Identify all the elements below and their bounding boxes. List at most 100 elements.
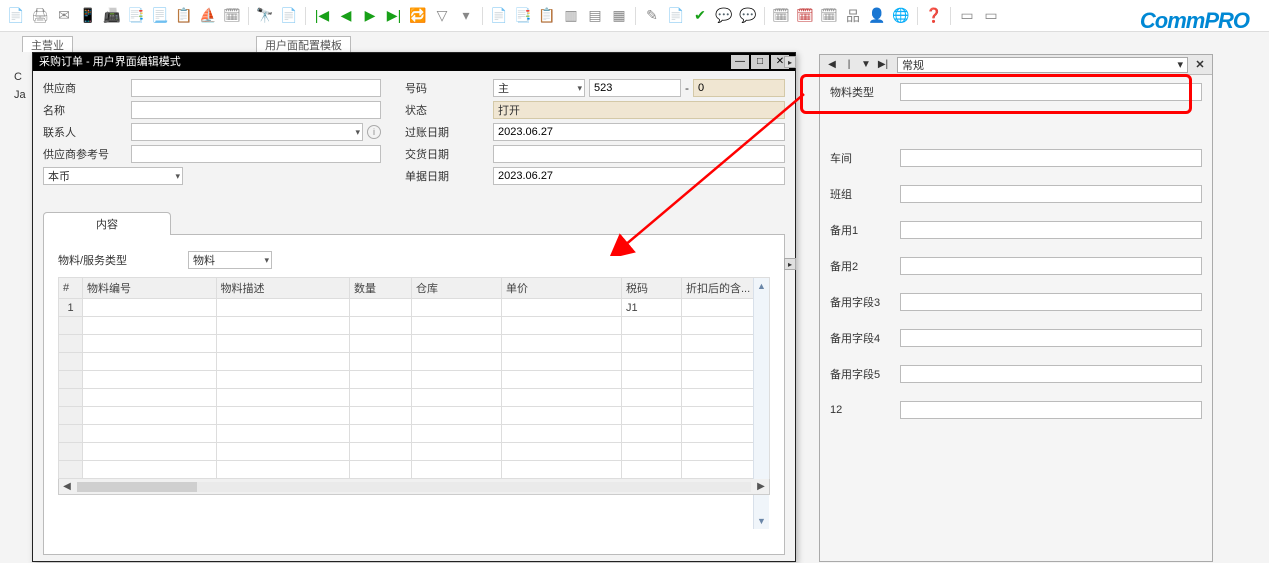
vendor-input[interactable] bbox=[131, 79, 381, 97]
tb-last-icon[interactable]: ▶| bbox=[384, 6, 404, 26]
tb-docadd-icon[interactable]: 📋 bbox=[174, 6, 194, 26]
tb-check-icon[interactable]: ✔ bbox=[690, 6, 710, 26]
minimize-button[interactable]: — bbox=[731, 55, 749, 69]
udf-input[interactable] bbox=[900, 221, 1202, 239]
tab-contents[interactable]: 内容 bbox=[43, 212, 171, 235]
tb-first-icon[interactable]: |◀ bbox=[312, 6, 332, 26]
tb-chat-icon[interactable]: 💬 bbox=[714, 6, 734, 26]
cell-price[interactable] bbox=[502, 299, 622, 317]
col-itemcode[interactable]: 物料编号 bbox=[83, 278, 217, 299]
col-qty[interactable]: 数量 bbox=[350, 278, 412, 299]
currency-combo[interactable]: 本币▾ bbox=[43, 167, 183, 185]
udf-input[interactable] bbox=[900, 365, 1202, 383]
hscroll-right-icon[interactable]: ▶ bbox=[753, 480, 769, 494]
tb-refresh-icon[interactable]: 🔁 bbox=[408, 6, 428, 26]
tb-web-icon[interactable]: 🌐 bbox=[891, 6, 911, 26]
tb-binoculars-icon[interactable]: 🔭 bbox=[255, 6, 275, 26]
tb-print2-icon[interactable]: 📠 bbox=[102, 6, 122, 26]
tb-grid3-icon[interactable]: 🗓 bbox=[819, 6, 839, 26]
udf-input[interactable] bbox=[900, 329, 1202, 347]
number-label: 号码 bbox=[405, 80, 493, 96]
vscroll-up-icon[interactable]: ▲ bbox=[754, 278, 769, 294]
udf-category-combo[interactable]: 常规▾ bbox=[897, 57, 1188, 73]
tb-mail-icon[interactable]: ✉ bbox=[54, 6, 74, 26]
bg-tab-2[interactable]: 用户面配置模板 bbox=[256, 36, 351, 52]
panel-close-icon[interactable]: ✕ bbox=[1192, 58, 1208, 72]
tb-form1-icon[interactable]: ▭ bbox=[957, 6, 977, 26]
tb-cola-icon[interactable]: ▥ bbox=[561, 6, 581, 26]
tb-docb-icon[interactable]: 📑 bbox=[513, 6, 533, 26]
nav-next-icon[interactable]: ▼ bbox=[858, 58, 874, 72]
row-num[interactable]: 1 bbox=[59, 299, 83, 317]
cell-qty[interactable] bbox=[350, 299, 412, 317]
col-whse[interactable]: 仓库 bbox=[412, 278, 502, 299]
tb-print-icon[interactable]: 🖨 bbox=[30, 6, 50, 26]
tb-next-icon[interactable]: ▶ bbox=[360, 6, 380, 26]
modal-titlebar[interactable]: 采购订单 - 用户界面编辑模式 — □ ✕ bbox=[33, 53, 795, 71]
vendorref-input[interactable] bbox=[131, 145, 381, 163]
cell-tax[interactable]: J1 bbox=[622, 299, 682, 317]
maximize-button[interactable]: □ bbox=[751, 55, 769, 69]
tb-device-icon[interactable]: 📱 bbox=[78, 6, 98, 26]
udf-input[interactable] bbox=[900, 401, 1202, 419]
itemtype-combo[interactable]: 物料▾ bbox=[188, 251, 272, 269]
tb-prev-icon[interactable]: ◀ bbox=[336, 6, 356, 26]
tb-docd-icon[interactable]: 📄 bbox=[666, 6, 686, 26]
vscroll-down-icon[interactable]: ▼ bbox=[754, 513, 769, 529]
tb-grid2-icon[interactable]: 🗓 bbox=[795, 6, 815, 26]
tb-colb-icon[interactable]: ▤ bbox=[585, 6, 605, 26]
udf-input[interactable] bbox=[900, 149, 1202, 167]
tb-edit-icon[interactable]: ✎ bbox=[642, 6, 662, 26]
udf-input[interactable] bbox=[900, 257, 1202, 275]
tb-chat2-icon[interactable]: 💬 bbox=[738, 6, 758, 26]
tb-docc-icon[interactable]: 📋 bbox=[537, 6, 557, 26]
tb-docminus-icon[interactable]: 📃 bbox=[150, 6, 170, 26]
name-input[interactable] bbox=[131, 101, 381, 119]
number-series-combo[interactable]: 主▾ bbox=[493, 79, 585, 97]
delivdate-input[interactable] bbox=[493, 145, 785, 163]
tb-doc-icon[interactable]: 📄 bbox=[279, 6, 299, 26]
gutter-expand-icon[interactable]: ▸ bbox=[784, 258, 796, 270]
tb-colc-icon[interactable]: ▦ bbox=[609, 6, 629, 26]
number-suffix-input[interactable] bbox=[693, 79, 785, 97]
cell-itemcode[interactable] bbox=[83, 299, 217, 317]
items-grid[interactable]: # 物料编号 物料描述 数量 仓库 单价 税码 折扣后的含... ↗ bbox=[58, 277, 770, 479]
cell-itemdesc[interactable] bbox=[216, 299, 350, 317]
tb-anchor-icon[interactable]: ⛵ bbox=[198, 6, 218, 26]
hscroll-left-icon[interactable]: ◀ bbox=[59, 480, 75, 494]
udf-input[interactable] bbox=[900, 185, 1202, 203]
tb-help-icon[interactable]: ❓ bbox=[924, 6, 944, 26]
docdate-input[interactable] bbox=[493, 167, 785, 185]
udf-input[interactable] bbox=[900, 83, 1202, 101]
tb-doca-icon[interactable]: 📄 bbox=[489, 6, 509, 26]
nav-last-icon[interactable]: ▶| bbox=[875, 58, 891, 72]
gutter-collapse-icon[interactable]: ▸ bbox=[784, 56, 796, 68]
tb-filter-icon[interactable]: ▽ bbox=[432, 6, 452, 26]
cell-whse[interactable] bbox=[412, 299, 502, 317]
postdate-input[interactable] bbox=[493, 123, 785, 141]
tb-file-icon[interactable]: 📄 bbox=[6, 6, 26, 26]
col-tax[interactable]: 税码 bbox=[622, 278, 682, 299]
nav-first-icon[interactable]: ◀ bbox=[824, 58, 840, 72]
hscroll-thumb[interactable] bbox=[77, 482, 197, 492]
col-price[interactable]: 单价 bbox=[502, 278, 622, 299]
tb-filter2-icon[interactable]: ▾ bbox=[456, 6, 476, 26]
udf-label: 备用字段5 bbox=[830, 366, 900, 382]
col-itemdesc[interactable]: 物料描述 bbox=[216, 278, 350, 299]
contact-combo[interactable]: ▾ bbox=[131, 123, 363, 141]
tb-docplus-icon[interactable]: 📑 bbox=[126, 6, 146, 26]
contact-info-icon[interactable]: i bbox=[367, 125, 381, 139]
tb-org-icon[interactable]: 品 bbox=[843, 6, 863, 26]
workspace: 主营业 用户面配置模板 C Ja 采购订单 - 用户界面编辑模式 — □ ✕ 供… bbox=[0, 32, 1269, 563]
nav-prev-icon[interactable]: | bbox=[841, 58, 857, 72]
grid-body[interactable]: 1 J1 bbox=[59, 299, 770, 479]
tb-form2-icon[interactable]: ▭ bbox=[981, 6, 1001, 26]
tb-calendar-icon[interactable]: 🗓 bbox=[222, 6, 242, 26]
col-num[interactable]: # bbox=[59, 278, 83, 299]
tb-user-icon[interactable]: 👤 bbox=[867, 6, 887, 26]
udf-input[interactable] bbox=[900, 293, 1202, 311]
number-input[interactable] bbox=[589, 79, 681, 97]
bg-tab-1[interactable]: 主营业 bbox=[22, 36, 73, 52]
tb-grid1-icon[interactable]: 🗓 bbox=[771, 6, 791, 26]
grid-hscroll[interactable]: ◀ ▶ bbox=[58, 479, 770, 495]
